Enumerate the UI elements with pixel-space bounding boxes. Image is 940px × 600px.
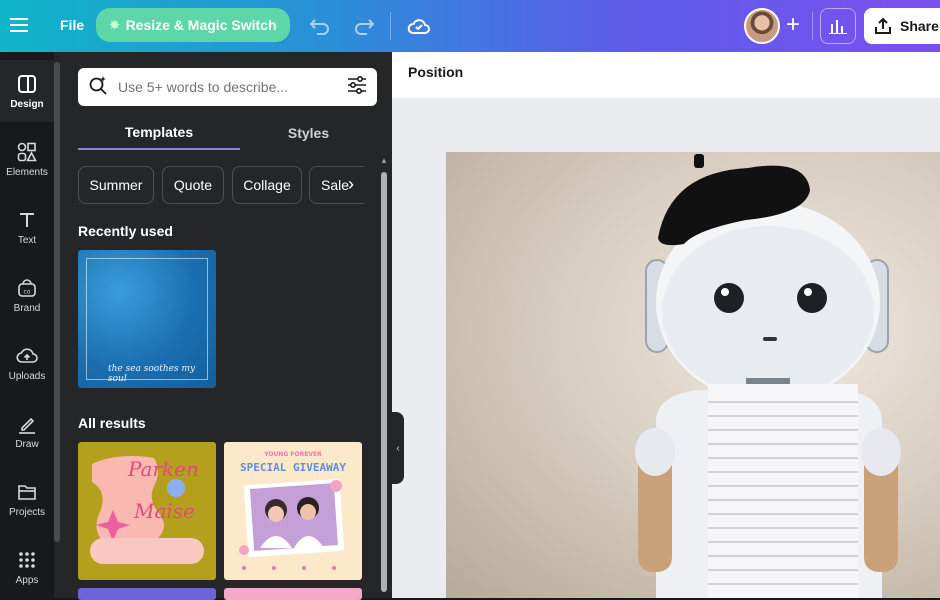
hamburger-icon[interactable] [8, 14, 30, 36]
collapse-panel-handle[interactable]: ‹ [392, 412, 404, 484]
thumb-frame [86, 258, 208, 380]
template-thumb-3[interactable] [78, 588, 216, 600]
chevron-left-icon: ‹ [396, 442, 400, 454]
redo-icon[interactable] [352, 14, 376, 38]
rail-label: Uploads [8, 370, 46, 382]
resize-label: Resize & Magic Switch [125, 17, 277, 33]
design-page[interactable] [446, 152, 940, 598]
file-menu-button[interactable]: File [54, 14, 90, 36]
chip-collage[interactable]: Collage [232, 166, 302, 204]
uploads-icon [16, 345, 38, 367]
bar-chart-icon[interactable] [820, 8, 856, 44]
brand-icon: co [16, 277, 38, 299]
rail-item-projects[interactable]: Projects [0, 468, 54, 530]
giveaway-header: YOUNG FOREVER [263, 451, 322, 458]
panel-scrollbar[interactable]: ▲ [380, 156, 388, 596]
giveaway-art: YOUNG FOREVER SPECIAL GIVEAWAY [239, 451, 346, 570]
chip-quote[interactable]: Quote [162, 166, 224, 204]
sparkle-icon: ✸ [109, 18, 120, 32]
panel-tabs: Templates Styles [78, 116, 377, 152]
rail-label: Projects [8, 506, 46, 518]
rail-item-draw[interactable]: Draw [0, 400, 54, 462]
text-icon [16, 209, 38, 231]
apps-icon [16, 549, 38, 571]
rail-label: Brand [13, 302, 41, 314]
template-thumb-giveaway[interactable]: YOUNG FOREVER SPECIAL GIVEAWAY [224, 442, 362, 580]
template-thumb-4[interactable] [224, 588, 362, 600]
plus-icon[interactable]: + [778, 10, 808, 40]
rail-label: Elements [6, 166, 48, 178]
chevron-right-icon[interactable]: › [348, 175, 366, 194]
recently-used-heading: Recently used [78, 223, 173, 239]
rail-label: Design [10, 98, 44, 110]
toolbar-divider [390, 12, 391, 40]
parken-title: Parken [127, 457, 199, 481]
parken-art: Parken Maise [90, 456, 204, 564]
rail-label: Text [17, 234, 37, 246]
toolbar-divider [812, 12, 813, 40]
elements-icon [16, 141, 38, 163]
cloud-check-icon[interactable] [406, 14, 432, 38]
search-input[interactable] [118, 79, 347, 95]
robot-image[interactable] [446, 152, 940, 598]
magic-search-icon [88, 75, 108, 100]
position-button[interactable]: Position [408, 64, 463, 80]
context-toolbar [392, 52, 940, 98]
rail-label: Apps [15, 574, 39, 586]
rail-item-apps[interactable]: Apps [0, 536, 54, 598]
rail-item-uploads[interactable]: Uploads [0, 332, 54, 394]
thumb-script-text: the sea soothes my soul [108, 364, 196, 384]
folder-icon [16, 481, 38, 503]
resize-magic-switch-button[interactable]: ✸ Resize & Magic Switch [96, 8, 290, 42]
parken-subtitle: Maise [133, 499, 195, 523]
template-search[interactable] [78, 68, 377, 106]
chip-summer[interactable]: Summer [78, 166, 154, 204]
rail-label: Draw [15, 438, 39, 450]
scroll-up-icon[interactable]: ▲ [380, 156, 388, 166]
upload-icon [875, 17, 891, 34]
rail-item-brand[interactable]: co Brand [0, 264, 54, 326]
rail-scrollbar[interactable] [54, 62, 60, 542]
giveaway-title: SPECIAL GIVEAWAY [240, 461, 346, 474]
template-thumb-parken[interactable]: Parken Maise [78, 442, 216, 580]
top-bar: File ✸ Resize & Magic Switch + Share [0, 0, 940, 52]
rail-item-text[interactable]: Text [0, 196, 54, 258]
tab-templates[interactable]: Templates [78, 116, 240, 150]
filter-icon[interactable] [347, 75, 367, 99]
recent-template-thumb[interactable]: the sea soothes my soul [78, 250, 216, 388]
svg-text:co: co [24, 288, 31, 295]
share-label: Share [900, 18, 939, 34]
rail-item-design[interactable]: Design [0, 60, 54, 122]
avatar[interactable] [744, 8, 780, 44]
side-rail: Design Elements Text co Brand Uploads Dr… [0, 52, 54, 598]
rail-item-elements[interactable]: Elements [0, 128, 54, 190]
share-button[interactable]: Share [864, 8, 940, 44]
design-icon [16, 73, 38, 95]
all-results-heading: All results [78, 415, 146, 431]
draw-icon [16, 413, 38, 435]
keyword-chips: Summer Quote Collage Sale [78, 166, 364, 204]
tab-styles[interactable]: Styles [240, 116, 377, 150]
scroll-thumb[interactable] [381, 172, 387, 592]
undo-icon[interactable] [308, 14, 332, 38]
